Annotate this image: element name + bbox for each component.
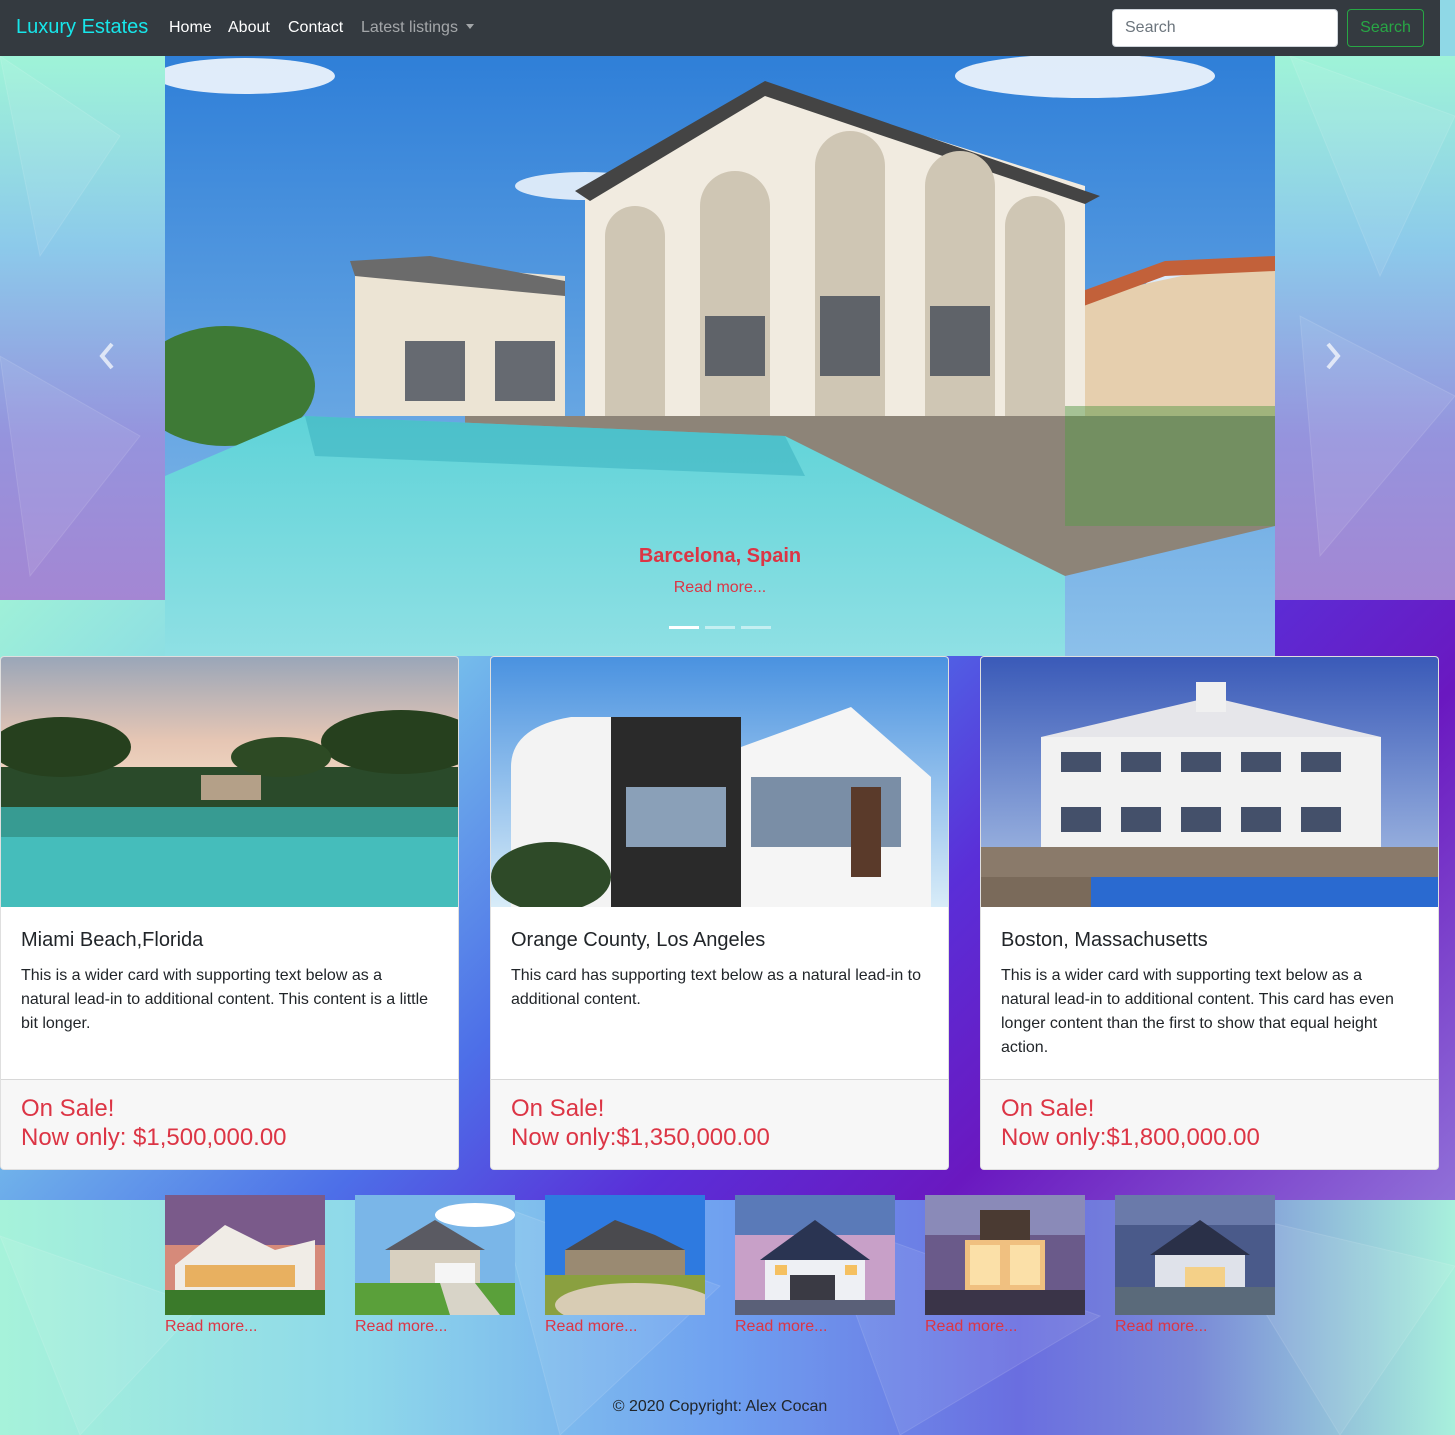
card-footer: On Sale! Now only:$1,800,000.00	[981, 1079, 1438, 1169]
price-label: Now only:$1,350,000.00	[511, 1124, 770, 1151]
brand-logo[interactable]: Luxury Estates	[16, 16, 148, 39]
thumbnail-read-more-4[interactable]: Read more...	[735, 1318, 827, 1336]
listing-card-boston: Boston, Massachusetts This is a wider ca…	[980, 656, 1439, 1170]
carousel-indicator-1[interactable]	[669, 626, 699, 629]
caret-down-icon	[465, 24, 474, 29]
footer-copyright: © 2020 Copyright: Alex Cocan	[612, 1398, 828, 1415]
nav-latest-listings-dropdown[interactable]: Latest listings	[361, 19, 474, 37]
search-input[interactable]	[1112, 9, 1338, 47]
card-image-boston	[981, 657, 1438, 907]
thumbnail-read-more-3[interactable]: Read more...	[545, 1318, 637, 1336]
nav-contact[interactable]: Contact	[288, 19, 343, 37]
nav-about[interactable]: About	[228, 19, 270, 37]
price-label: Now only:$1,800,000.00	[1001, 1124, 1260, 1151]
carousel-next-control[interactable]	[1320, 340, 1344, 372]
nav-home[interactable]: Home	[169, 19, 212, 37]
price-label: Now only: $1,500,000.00	[21, 1124, 287, 1151]
chevron-right-icon	[1326, 342, 1341, 370]
thumbnail-read-more-2[interactable]: Read more...	[355, 1318, 447, 1336]
thumbnail-image-6[interactable]	[1115, 1195, 1275, 1315]
card-title: Orange County, Los Angeles	[511, 929, 766, 951]
card-image-orange-county	[491, 657, 948, 907]
on-sale-label: On Sale!	[1001, 1095, 1095, 1122]
thumbnail-read-more-6[interactable]: Read more...	[1115, 1318, 1207, 1336]
card-title: Boston, Massachusetts	[1001, 929, 1208, 951]
card-image-miami	[1, 657, 458, 907]
card-text: This card has supporting text below as a…	[511, 967, 922, 1008]
on-sale-label: On Sale!	[21, 1095, 115, 1122]
dropdown-label: Latest listings	[361, 19, 458, 36]
search-button[interactable]: Search	[1347, 9, 1424, 47]
carousel-indicator-2[interactable]	[705, 626, 735, 629]
thumbnail-image-4[interactable]	[735, 1195, 895, 1315]
card-title: Miami Beach,Florida	[21, 929, 204, 951]
carousel-caption-title: Barcelona, Spain	[638, 545, 802, 567]
thumbnail-image-3[interactable]	[545, 1195, 705, 1315]
carousel-read-more-link[interactable]: Read more...	[165, 579, 1275, 597]
listing-card-orange-county: Orange County, Los Angeles This card has…	[490, 656, 949, 1170]
carousel-read-more-label: Read more...	[673, 579, 767, 596]
chevron-left-icon	[99, 342, 114, 370]
card-text: This is a wider card with supporting tex…	[21, 967, 429, 1032]
thumbnail-image-5[interactable]	[925, 1195, 1085, 1315]
card-footer: On Sale! Now only: $1,500,000.00	[1, 1079, 458, 1169]
carousel-indicator-3[interactable]	[741, 626, 771, 629]
thumbnail-read-more-5[interactable]: Read more...	[925, 1318, 1017, 1336]
card-text: This is a wider card with supporting tex…	[1001, 967, 1394, 1056]
thumbnail-read-more-1[interactable]: Read more...	[165, 1318, 257, 1336]
on-sale-label: On Sale!	[511, 1095, 605, 1122]
listing-card-miami: Miami Beach,Florida This is a wider card…	[0, 656, 459, 1170]
carousel-prev-control[interactable]	[96, 340, 120, 372]
card-footer: On Sale! Now only:$1,350,000.00	[491, 1079, 948, 1169]
thumbnail-image-1[interactable]	[165, 1195, 325, 1315]
top-navbar: Luxury Estates Home About Contact Latest…	[0, 0, 1440, 56]
thumbnail-image-2[interactable]	[355, 1195, 515, 1315]
